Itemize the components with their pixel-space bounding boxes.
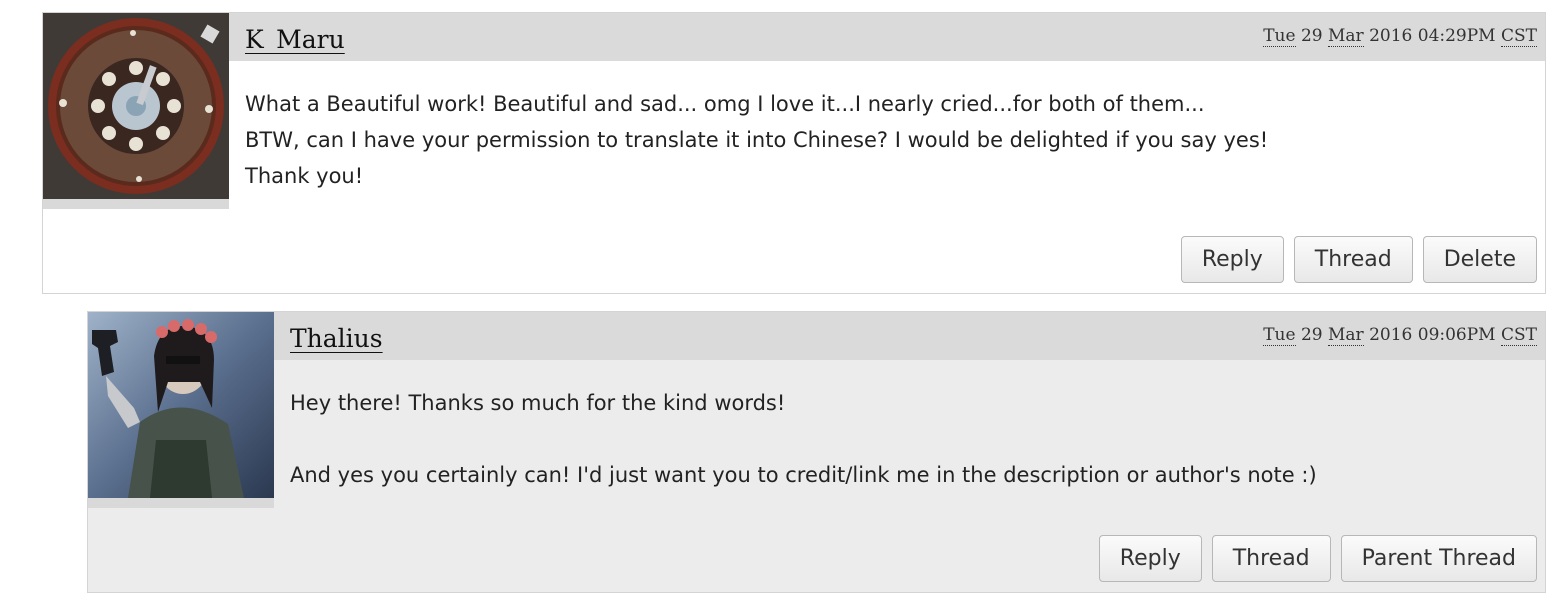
avatar-image <box>43 13 229 199</box>
comment-body: What a Beautiful work! Beautiful and sad… <box>245 86 1535 194</box>
comment-datetime: Tue 29 Mar 2016 04:29PM CST <box>1263 26 1537 47</box>
time: 04:29PM <box>1417 26 1496 46</box>
comment-header: K_Maru Tue 29 Mar 2016 04:29PM CST <box>229 13 1545 61</box>
day: 29 <box>1300 26 1323 46</box>
avatar[interactable] <box>88 312 274 508</box>
timezone: CST <box>1501 325 1537 346</box>
day-name: Tue <box>1263 325 1296 346</box>
month: Mar <box>1328 26 1364 47</box>
comment-datetime: Tue 29 Mar 2016 09:06PM CST <box>1263 325 1537 346</box>
month: Mar <box>1328 325 1364 346</box>
comment-header: Thalius Tue 29 Mar 2016 09:06PM CST <box>274 312 1545 360</box>
avatar-image <box>88 312 274 498</box>
comment-line: Hey there! Thanks so much for the kind w… <box>290 391 786 415</box>
comment-line: Thank you! <box>245 164 364 188</box>
thread-button[interactable]: Thread <box>1211 535 1331 582</box>
time: 09:06PM <box>1417 325 1496 345</box>
thread-button[interactable]: Thread <box>1293 236 1413 283</box>
comment-actions: Reply Thread Delete <box>1180 236 1537 283</box>
reply-button[interactable]: Reply <box>1180 236 1284 283</box>
comment-line: What a Beautiful work! Beautiful and sad… <box>245 92 1205 116</box>
comment-line <box>290 421 1535 457</box>
delete-button[interactable]: Delete <box>1422 236 1537 283</box>
reply-button[interactable]: Reply <box>1098 535 1202 582</box>
day-name: Tue <box>1263 26 1296 47</box>
comment-line: BTW, can I have your permission to trans… <box>245 128 1269 152</box>
parent-thread-button[interactable]: Parent Thread <box>1340 535 1537 582</box>
comment-actions: Reply Thread Parent Thread <box>1098 535 1537 582</box>
year: 2016 <box>1369 325 1413 345</box>
comment-thalius: Thalius Tue 29 Mar 2016 09:06PM CST Hey … <box>87 311 1546 593</box>
timezone: CST <box>1501 26 1537 47</box>
comment-k-maru: K_Maru Tue 29 Mar 2016 04:29PM CST What … <box>42 12 1546 294</box>
comment-body: Hey there! Thanks so much for the kind w… <box>290 385 1535 493</box>
username-link[interactable]: Thalius <box>290 324 383 353</box>
year: 2016 <box>1369 26 1413 46</box>
avatar[interactable] <box>43 13 229 209</box>
username-link[interactable]: K_Maru <box>245 25 345 54</box>
day: 29 <box>1300 325 1323 345</box>
comment-line: And yes you certainly can! I'd just want… <box>290 463 1317 487</box>
